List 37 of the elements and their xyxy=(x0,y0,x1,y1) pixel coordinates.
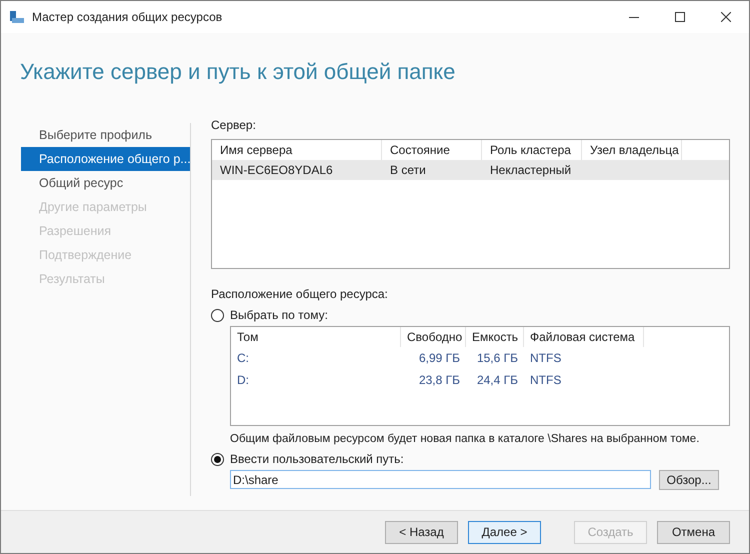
close-icon xyxy=(721,12,731,22)
column-header[interactable]: Том xyxy=(231,327,401,347)
table-cell-text: Некластерный xyxy=(489,162,572,179)
wizard-step[interactable]: Общий ресурс xyxy=(21,171,190,195)
section-label: Сервер: xyxy=(211,117,257,133)
wizard-step[interactable]: Выберите профиль xyxy=(21,123,190,147)
table-cell-text: 24,4 ГБ xyxy=(476,372,519,389)
path-field[interactable]: D:\share xyxy=(230,470,651,489)
minimize-icon xyxy=(629,16,639,18)
table-cell-text: WIN-EC6EO8YDAL6 xyxy=(219,162,334,179)
table-cell-text: NTFS xyxy=(529,350,562,367)
browse-button[interactable]: Обзор... xyxy=(659,470,719,490)
radio-label[interactable]: Выбрать по тому: xyxy=(230,306,328,324)
table-cell-text: D: xyxy=(236,372,250,389)
table-cell-text: NTFS xyxy=(529,372,562,389)
column-header[interactable]: Емкость xyxy=(466,327,524,347)
maximize-icon xyxy=(675,12,685,22)
app-icon xyxy=(9,9,25,25)
wizard-step[interactable]: Расположение общего р... xyxy=(21,147,190,171)
radio-button[interactable] xyxy=(211,308,224,322)
table-cell-text: C: xyxy=(236,350,250,367)
column-header[interactable]: Файловая система xyxy=(524,327,644,347)
table-cell-text: В сети xyxy=(389,162,427,179)
window-title: Мастер создания общих ресурсов xyxy=(32,9,222,26)
table-cell-text: 23,8 ГБ xyxy=(418,372,461,389)
column-header[interactable]: Свободно xyxy=(401,327,466,347)
radio-button[interactable] xyxy=(211,452,224,466)
hint-text: Общим файловым ресурсом будет новая папка в каталоге \Shares на выбранном томе. xyxy=(230,432,700,447)
wizard-button[interactable]: Далее > xyxy=(468,520,541,544)
table-row[interactable]: WIN-EC6EO8YDAL6 В сети Некластерный xyxy=(212,160,729,180)
table-cell-text: 6,99 ГБ xyxy=(418,350,461,367)
wizard-button[interactable]: Отмена xyxy=(657,520,730,544)
radio-label[interactable]: Ввести пользовательский путь: xyxy=(230,450,404,468)
section-label: Расположение общего ресурса: xyxy=(211,286,389,302)
page-heading: Укажите сервер и путь к этой общей папке xyxy=(19,58,456,86)
table-cell-text: 15,6 ГБ xyxy=(476,350,519,367)
wizard-button[interactable]: < Назад xyxy=(385,520,458,544)
